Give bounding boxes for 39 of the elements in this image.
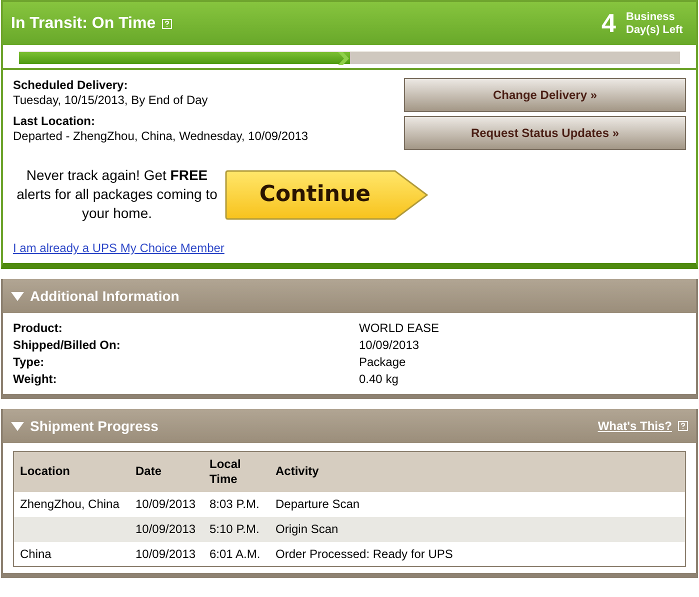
days-count: 4: [602, 8, 616, 39]
field-value: Package: [359, 354, 407, 371]
field-label: Type:: [13, 354, 46, 371]
field-label: Weight:: [13, 371, 58, 388]
field-label: Scheduled Delivery:: [13, 78, 129, 93]
field-label: Last Location:: [13, 114, 96, 129]
member-link[interactable]: I am already a UPS My Choice Member: [13, 241, 224, 255]
days-label: Business Day(s) Left: [626, 10, 684, 36]
field-label: Shipped/Billed On:: [13, 337, 122, 354]
table-cell: China: [14, 542, 130, 566]
action-button[interactable]: Request Status Updates »: [404, 116, 686, 150]
table-cell: 6:01 A.M.: [204, 542, 270, 566]
table-cell: Origin Scan: [270, 516, 686, 542]
table-cell: Order Processed: Ready for UPS: [270, 542, 686, 566]
help-icon[interactable]: [162, 18, 172, 28]
table-cell: 10/09/2013: [130, 516, 204, 542]
column-header: Date: [130, 452, 204, 492]
help-icon[interactable]: [678, 421, 688, 431]
action-button[interactable]: Change Delivery »: [404, 78, 686, 112]
field-label: Product:: [13, 320, 64, 337]
column-header: Activity: [270, 452, 686, 492]
panel-title: Shipment Progress: [30, 418, 158, 434]
field-value: Tuesday, 10/15/2013, By End of Day: [13, 93, 209, 108]
collapse-icon[interactable]: [11, 292, 24, 300]
column-header: Location: [14, 452, 130, 492]
table-cell: 5:10 P.M.: [204, 516, 270, 542]
table-cell: ZhengZhou, China: [14, 492, 130, 516]
status-title: In Transit: On Time: [11, 14, 156, 32]
field-value: WORLD EASE: [359, 320, 440, 337]
collapse-icon[interactable]: [11, 422, 24, 430]
field-value: Departed - ZhengZhou, China, Wednesday, 10/09/2013: [13, 129, 308, 144]
promo-text: Never track again! Get FREE alerts for all packages coming to your home.: [16, 166, 218, 223]
field-value: 0.40 kg: [359, 371, 400, 388]
continue-button[interactable]: Continue: [225, 170, 429, 220]
column-header: Local Time: [204, 452, 270, 492]
panel-title: Additional Information: [30, 288, 180, 304]
table-cell: Departure Scan: [270, 492, 686, 516]
field-value: 10/09/2013: [359, 337, 420, 354]
table-cell: 10/09/2013: [130, 542, 204, 566]
